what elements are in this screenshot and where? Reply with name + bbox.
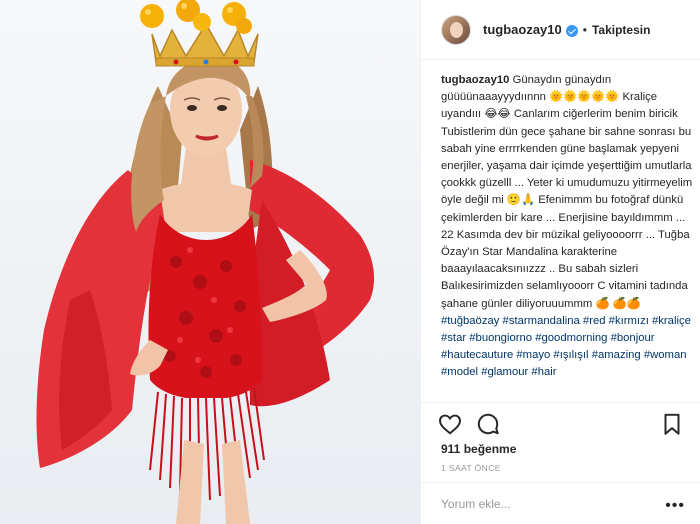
caption-username-link[interactable]: tugbaozay10 — [441, 74, 509, 86]
comment-input[interactable] — [441, 496, 641, 511]
post-photo[interactable] — [0, 0, 420, 524]
caption-text: Günaydın günaydın güüüünaaayyydıınnn 🌞🌞🌞… — [441, 74, 693, 310]
post-caption: tugbaozay10 Günaydın günaydın güüüünaaay… — [441, 72, 693, 400]
comment-bar: ••• — [421, 482, 700, 524]
woman-in-red-dress-with-crown-image — [36, 0, 375, 524]
action-bar — [421, 402, 700, 444]
bookmark-icon[interactable] — [659, 411, 685, 437]
crown-oranges — [140, 0, 252, 34]
heart-icon[interactable] — [437, 411, 463, 437]
username-link[interactable]: tugbaozay10 — [483, 22, 562, 37]
post-details-panel: tugbaozay10 • Takiptesin tugbaozay10 Gün… — [420, 0, 700, 524]
more-options-icon[interactable]: ••• — [665, 497, 685, 515]
following-button[interactable]: Takiptesin — [592, 23, 650, 37]
comment-icon[interactable] — [475, 411, 501, 437]
post-timestamp: 1 SAAT ÖNCE — [441, 463, 501, 473]
separator-dot: • — [582, 22, 587, 37]
verified-badge-icon — [565, 24, 578, 37]
post-header: tugbaozay10 • Takiptesin — [421, 0, 700, 60]
likes-count[interactable]: 911 beğenme — [441, 442, 516, 456]
avatar[interactable] — [441, 14, 471, 45]
